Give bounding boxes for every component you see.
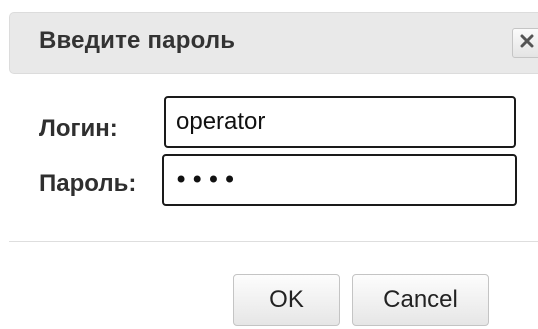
password-dialog: Введите пароль Логин: Пароль: OK Cancel — [0, 0, 538, 329]
password-input[interactable] — [162, 154, 517, 206]
close-button[interactable] — [512, 28, 538, 58]
login-input[interactable] — [164, 96, 516, 148]
ok-button[interactable]: OK — [233, 274, 340, 326]
cancel-button[interactable]: Cancel — [352, 274, 489, 326]
password-label: Пароль: — [39, 170, 137, 197]
dialog-titlebar: Введите пароль — [9, 12, 538, 74]
divider — [9, 241, 538, 242]
dialog-title: Введите пароль — [39, 27, 236, 54]
login-label: Логин: — [39, 115, 118, 142]
close-icon — [520, 34, 534, 53]
